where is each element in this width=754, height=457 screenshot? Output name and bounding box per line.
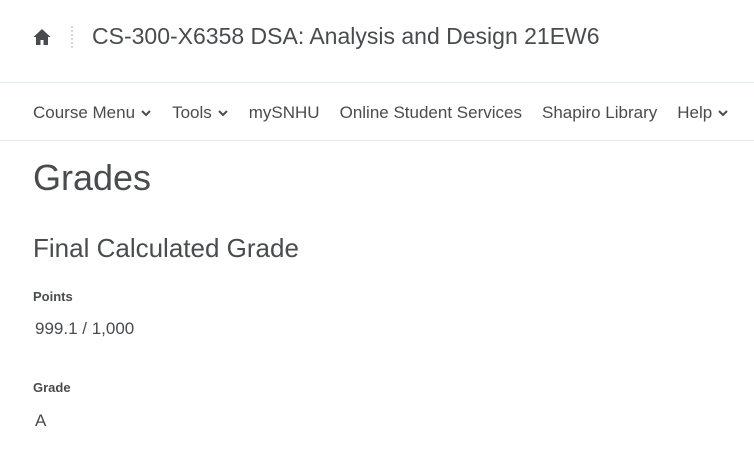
nav-list: Course Menu Tools mySNHU Online Student … [23,84,739,141]
points-value: 999.1 / 1,000 [35,319,135,338]
navigation-bar: Course Menu Tools mySNHU Online Student … [0,84,754,141]
grade-label: Grade [33,380,71,395]
section-title: Final Calculated Grade [33,233,299,263]
nav-item-help[interactable]: Help [667,84,739,141]
home-button[interactable] [31,26,53,48]
nav-item-label: Shapiro Library [541,102,658,122]
points-label: Points [33,289,73,304]
page: CS-300-X6358 DSA: Analysis and Design 21… [0,0,754,457]
nav-item-shapiro-library[interactable]: Shapiro Library [532,84,667,141]
page-title: Grades [33,157,152,198]
nav-item-label: mySNHU [248,102,320,122]
nav-item-label: Course Menu [33,102,136,122]
grade-value: A [35,411,47,430]
course-title[interactable]: CS-300-X6358 DSA: Analysis and Design 21… [92,22,600,50]
nav-item-label: Help [677,102,713,122]
chevron-down-icon [217,107,229,119]
chevron-down-icon [717,107,729,119]
header-divider [71,26,73,48]
nav-item-label: Online Student Services [339,102,522,122]
nav-item-mysnhu[interactable]: mySNHU [239,84,330,141]
nav-item-tools[interactable]: Tools [162,84,239,141]
nav-item-online-student-services[interactable]: Online Student Services [330,84,532,141]
nav-item-course-menu[interactable]: Course Menu [23,84,162,141]
home-icon [33,29,51,45]
top-header: CS-300-X6358 DSA: Analysis and Design 21… [0,0,754,83]
chevron-down-icon [140,107,152,119]
nav-item-label: Tools [172,102,212,122]
